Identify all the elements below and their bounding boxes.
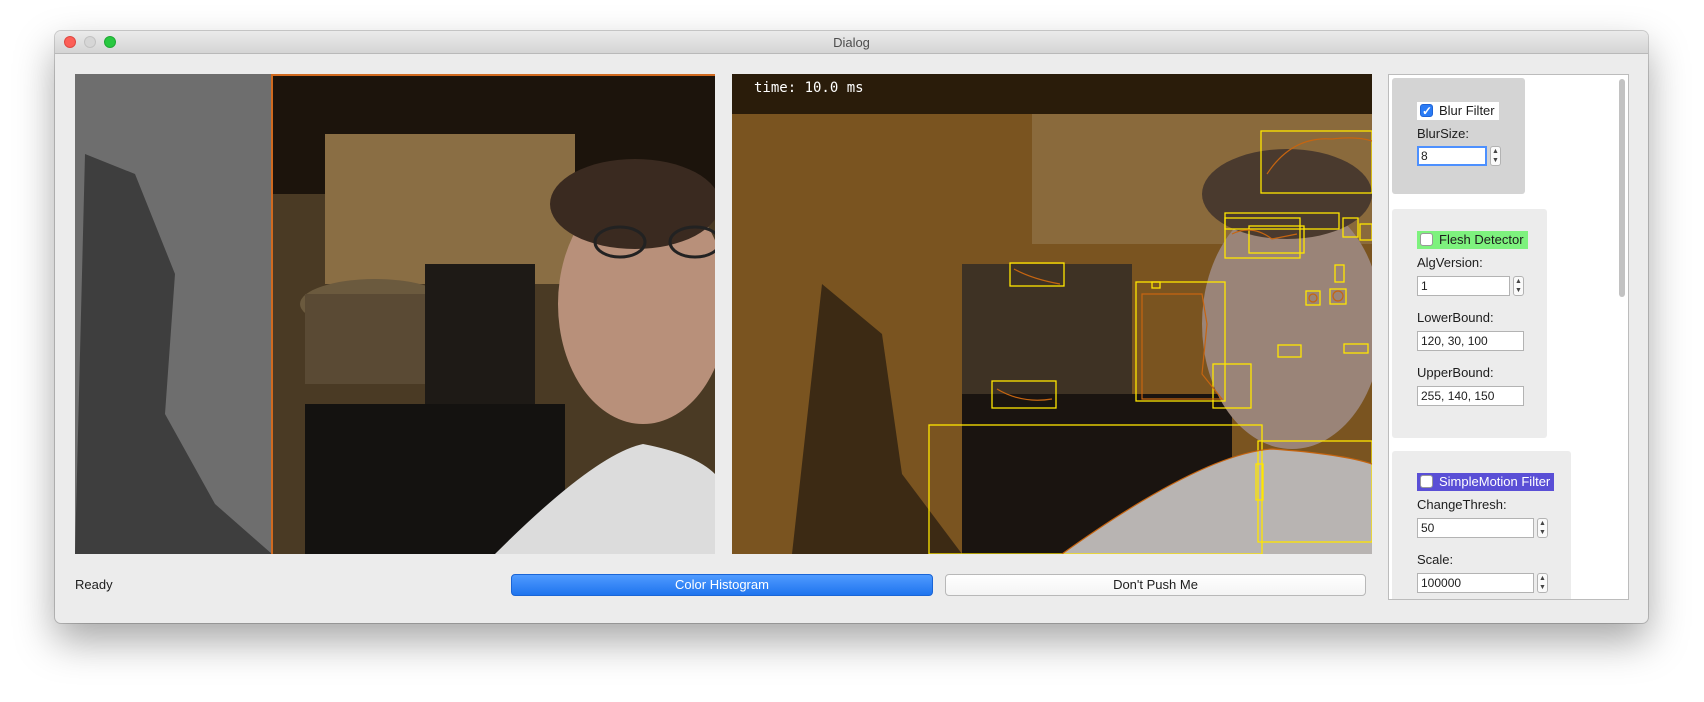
original-video-frame xyxy=(75,74,715,554)
alg-version-input[interactable]: 1 xyxy=(1417,276,1510,296)
scale-label: Scale: xyxy=(1417,552,1454,567)
title-bar[interactable]: Dialog xyxy=(55,31,1648,54)
processed-video-frame xyxy=(732,74,1372,554)
flesh-detector-toggle[interactable]: Flesh Detector xyxy=(1417,231,1528,249)
lower-bound-label: LowerBound: xyxy=(1417,310,1494,325)
color-histogram-button[interactable]: Color Histogram xyxy=(511,574,933,596)
simple-motion-filter-checkbox[interactable] xyxy=(1420,475,1433,488)
alg-version-label: AlgVersion: xyxy=(1417,255,1483,270)
scrollbar-thumb[interactable] xyxy=(1619,79,1625,297)
blur-size-input[interactable]: 8 xyxy=(1417,146,1487,166)
change-thresh-stepper[interactable]: ▲ ▼ xyxy=(1537,518,1548,538)
simple-motion-filter-toggle[interactable]: SimpleMotion Filter xyxy=(1417,473,1555,491)
flesh-detector-label: Flesh Detector xyxy=(1439,232,1524,247)
blur-size-label: BlurSize: xyxy=(1417,126,1470,141)
alg-version-stepper[interactable]: ▲ ▼ xyxy=(1513,276,1524,296)
flesh-detector-group: Flesh Detector AlgVersion: 1 ▲ ▼ LowerBou… xyxy=(1392,209,1547,438)
change-thresh-label: ChangeThresh: xyxy=(1417,497,1507,512)
scale-input[interactable]: 100000 xyxy=(1417,573,1534,593)
processed-video-view: time: 10.0 ms xyxy=(732,74,1372,554)
lower-bound-input[interactable]: 120, 30, 100 xyxy=(1417,331,1524,351)
blur-filter-group: Blur Filter BlurSize: 8 ▲▼ xyxy=(1392,78,1525,194)
blur-filter-label: Blur Filter xyxy=(1439,103,1495,118)
panel-scrollbar[interactable] xyxy=(1618,77,1626,597)
flesh-detector-checkbox[interactable] xyxy=(1420,233,1433,246)
simple-motion-filter-group: SimpleMotion Filter ChangeThresh: 50 ▲ ▼ … xyxy=(1392,451,1571,599)
blur-filter-checkbox[interactable] xyxy=(1420,102,1433,120)
scale-stepper[interactable]: ▲ ▼ xyxy=(1537,573,1548,593)
dialog-window: Dialog time: 10.0 ms Ready Color Histogr… xyxy=(55,31,1648,623)
upper-bound-label: UpperBound: xyxy=(1417,365,1494,380)
blur-size-stepper[interactable]: ▲ ▼ xyxy=(1490,146,1501,166)
change-thresh-input[interactable]: 50 xyxy=(1417,518,1534,538)
timing-overlay: time: 10.0 ms xyxy=(754,80,864,96)
simple-motion-filter-label: SimpleMotion Filter xyxy=(1439,474,1551,489)
window-title: Dialog xyxy=(833,35,870,50)
filter-settings-panel[interactable]: Blur Filter BlurSize: 8 ▲▼ Flesh Detecto… xyxy=(1388,74,1629,600)
upper-bound-input[interactable]: 255, 140, 150 xyxy=(1417,386,1524,406)
blur-filter-toggle[interactable]: Blur Filter xyxy=(1417,102,1499,120)
status-label: Ready xyxy=(75,577,113,592)
original-video-view xyxy=(75,74,715,554)
dont-push-me-button[interactable]: Don't Push Me xyxy=(945,574,1366,596)
